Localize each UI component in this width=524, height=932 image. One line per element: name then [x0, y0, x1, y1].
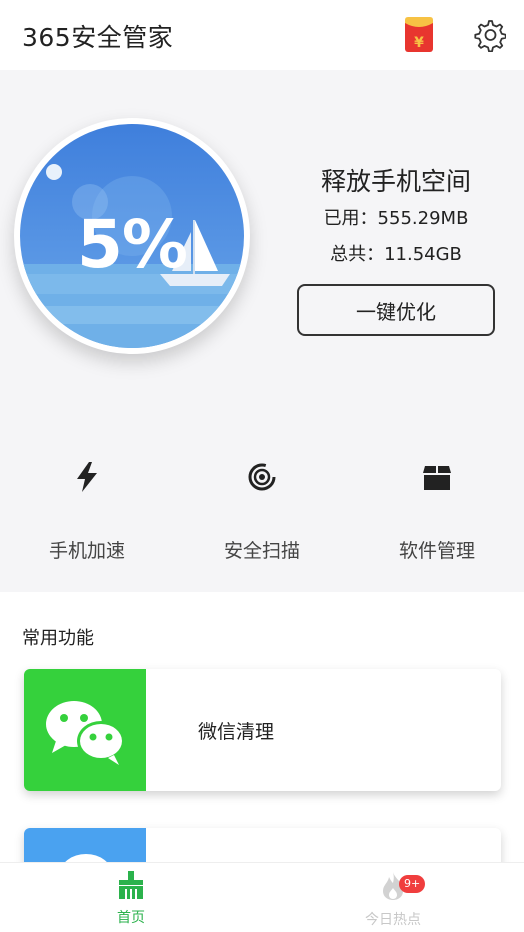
- tool-label: 软件管理: [398, 540, 475, 562]
- nav-label: 今日热点: [365, 912, 421, 928]
- wechat-icon: [24, 669, 146, 791]
- card-wechat-clean[interactable]: 微信清理: [24, 669, 501, 791]
- tool-security-scan[interactable]: 安全扫描: [175, 462, 349, 563]
- storage-title: 释放手机空间: [320, 167, 471, 196]
- bottom-nav: 首页 9+ 今日热点: [0, 862, 524, 932]
- scan-icon: [248, 463, 276, 491]
- app-header: 365安全管家 ¥: [0, 0, 524, 70]
- nav-home[interactable]: 首页: [71, 871, 191, 927]
- tool-label: 手机加速: [48, 540, 125, 562]
- app-title: 365安全管家: [22, 23, 174, 52]
- card-label: 微信清理: [198, 721, 275, 743]
- lightning-icon: [77, 462, 97, 492]
- notification-badge: 9+: [399, 875, 426, 893]
- tool-software-manager[interactable]: 软件管理: [350, 462, 524, 563]
- svg-text:¥: ¥: [414, 35, 424, 51]
- section-title: 常用功能: [22, 628, 94, 649]
- optimize-button[interactable]: 一键优化: [297, 284, 495, 336]
- storage-panel: 5% 释放手机空间 已用：555.29MB 总共：11.54GB 一键优化 手机…: [0, 70, 524, 592]
- total-storage: 总共：11.54GB: [330, 244, 462, 265]
- storage-gauge: 5%: [14, 118, 250, 354]
- box-icon: [423, 466, 451, 490]
- usage-percent: 5%: [76, 206, 188, 283]
- nav-today-hot[interactable]: 9+ 今日热点: [333, 871, 453, 929]
- tool-phone-speedup[interactable]: 手机加速: [0, 462, 174, 563]
- tool-label: 安全扫描: [223, 540, 300, 562]
- used-storage: 已用：555.29MB: [323, 208, 469, 229]
- broom-icon: [119, 871, 143, 899]
- nav-label: 首页: [117, 910, 145, 926]
- gear-icon[interactable]: [472, 18, 507, 53]
- red-packet-icon[interactable]: ¥: [404, 17, 434, 53]
